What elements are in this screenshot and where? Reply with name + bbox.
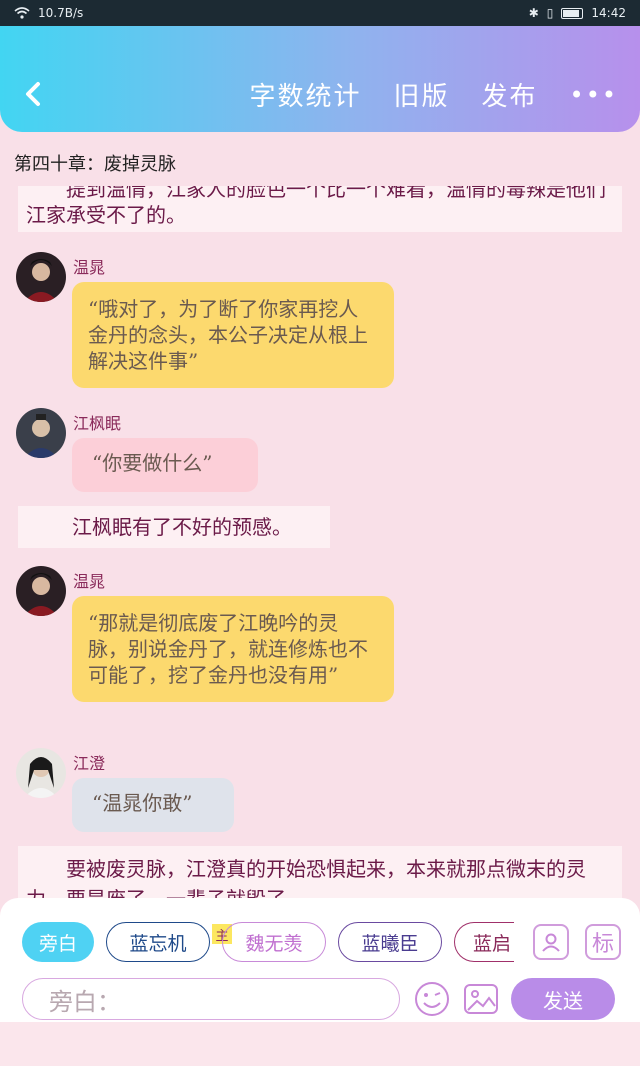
emoji-icon[interactable] [413, 980, 451, 1018]
more-icon[interactable]: ••• [570, 81, 618, 109]
character-chip-lan-xichen[interactable]: 蓝曦臣 [338, 922, 442, 962]
old-version-button[interactable]: 旧版 [394, 76, 450, 113]
network-speed: 10.7B/s [38, 6, 84, 20]
speaker-name: 江澄 [73, 754, 106, 773]
vibrate-icon: ▯ [546, 6, 554, 20]
speaker-name: 江枫眠 [73, 414, 122, 433]
image-icon[interactable] [462, 980, 500, 1018]
chapter-title: 第四十章：废掉灵脉 [14, 154, 176, 175]
chat-bubble[interactable]: “温晁你敢” [72, 778, 234, 832]
chat-bubble[interactable]: “你要做什么” [72, 438, 258, 492]
back-icon[interactable] [18, 76, 50, 112]
bottom-panel: 旁白 蓝忘机 主 魏无羡 蓝曦臣 蓝启 标 旁白： 发送 [0, 898, 640, 1022]
publish-button[interactable]: 发布 [482, 76, 538, 113]
speaker-name: 温晁 [73, 572, 106, 591]
narration-block[interactable]: 提到温情，江家人的脸色一个比一个难看，温情的毒辣是他们江家承受不了的。 [18, 186, 622, 232]
header: 字数统计 旧版 发布 ••• [0, 26, 640, 132]
avatar[interactable] [16, 408, 66, 458]
clock: 14:42 [591, 6, 626, 20]
bluetooth-icon: ✱ [528, 6, 539, 20]
chat-area[interactable]: 提到温情，江家人的脸色一个比一个难看，温情的毒辣是他们江家承受不了的。 温晁 “… [0, 186, 640, 898]
avatar[interactable] [16, 252, 66, 302]
tag-icon[interactable]: 标 [585, 924, 621, 960]
character-chip-lan-qiren[interactable]: 蓝启 [454, 922, 514, 962]
character-chip-wei-wuxian[interactable]: 魏无羡 [222, 922, 326, 962]
person-card-icon[interactable] [533, 924, 569, 960]
chat-bubble[interactable]: “哦对了，为了断了你家再挖人金丹的念头，本公子决定从根上解决这件事” [72, 282, 394, 388]
narration-block[interactable]: 要被废灵脉，江澄真的开始恐惧起来，本来就那点微末的灵力，要是废了，一辈子就毁了。 [18, 846, 622, 898]
chat-bubble[interactable]: “那就是彻底废了江晚吟的灵脉，别说金丹了，就连修炼也不可能了，挖了金丹也没有用” [72, 596, 394, 702]
avatar[interactable] [16, 748, 66, 798]
avatar[interactable] [16, 566, 66, 616]
narration-block[interactable]: 江枫眠有了不好的预感。 [18, 506, 330, 548]
character-chip-narrator[interactable]: 旁白 [22, 922, 94, 962]
status-bar: 10.7B/s ✱ ▯ 14:42 [0, 0, 640, 26]
footer-strip [0, 1022, 640, 1066]
battery-icon [561, 7, 584, 19]
speaker-name: 温晁 [73, 258, 106, 277]
send-button[interactable]: 发送 [511, 978, 615, 1020]
character-chip-lan-wangji[interactable]: 蓝忘机 [106, 922, 210, 962]
word-count-button[interactable]: 字数统计 [249, 76, 361, 113]
wifi-icon [14, 7, 30, 19]
message-input[interactable]: 旁白： [22, 978, 400, 1020]
